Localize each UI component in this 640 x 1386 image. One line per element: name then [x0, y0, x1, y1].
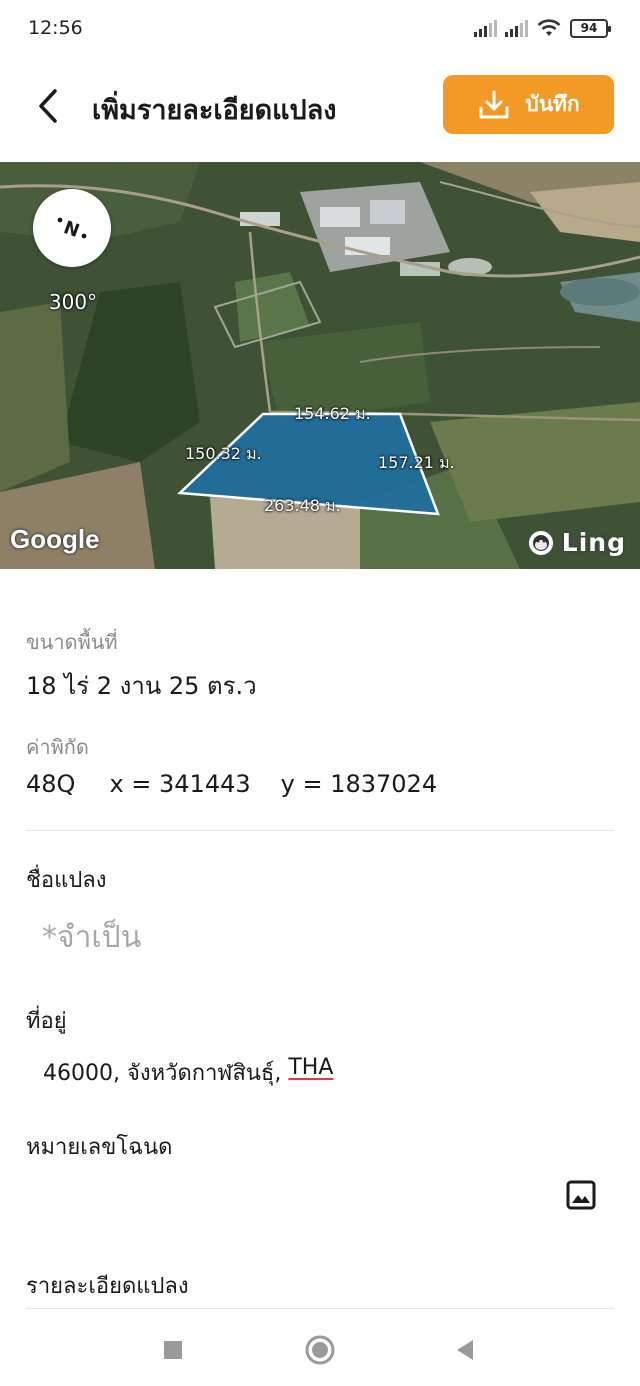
compass-button[interactable]: N	[33, 189, 111, 267]
status-icons: 94	[474, 18, 611, 38]
back-triangle-icon	[457, 1340, 473, 1360]
address-value[interactable]: 46000, จังหวัดกาฬสินธุ์, THA	[43, 1055, 333, 1090]
coordinates-row: 48Q x = 341443 y = 1837024	[26, 770, 437, 798]
coordinate-y: y = 1837024	[280, 770, 438, 798]
home-button[interactable]	[300, 1332, 340, 1368]
satellite-map[interactable]: N 300° 154.62 ม. 150.32 ม. 157.21 ม. 263…	[0, 162, 640, 569]
save-label: บันทึก	[525, 92, 580, 116]
edge-label-bottom: 263.48 ม.	[264, 496, 341, 515]
signal-icon	[474, 19, 497, 37]
address-label: ที่อยู่	[26, 1009, 67, 1034]
system-nav-bar	[0, 1310, 640, 1386]
divider	[26, 1308, 614, 1309]
address-text: 46000, จังหวัดกาฬสินธุ์,	[43, 1061, 289, 1086]
google-logo: Google	[10, 524, 100, 554]
signal-icon	[505, 19, 528, 37]
monkey-icon	[528, 530, 553, 555]
home-circle-icon	[305, 1335, 335, 1365]
back-button[interactable]	[28, 84, 68, 128]
deed-image-button[interactable]	[566, 1180, 596, 1210]
edge-label-top: 154.62 ม.	[294, 404, 371, 423]
plot-name-input[interactable]	[26, 908, 614, 966]
system-back-button[interactable]	[445, 1332, 485, 1368]
compass-icon: N	[57, 215, 87, 240]
address-country: THA	[288, 1055, 334, 1080]
svg-text:N: N	[61, 215, 82, 240]
area-caption: ขนาดพื้นที่	[26, 630, 118, 654]
status-time: 12:56	[28, 17, 83, 39]
recent-apps-button[interactable]	[153, 1332, 193, 1368]
plot-name-label: ชื่อแปลง	[26, 868, 107, 893]
save-button[interactable]: บันทึก	[443, 75, 614, 134]
edge-label-left: 150.32 ม.	[185, 444, 262, 463]
heading-degree: 300°	[48, 290, 98, 314]
coordinates-caption: ค่าพิกัด	[26, 735, 89, 759]
battery-icon: 94	[570, 18, 611, 38]
coordinate-zone: 48Q	[26, 770, 76, 798]
ling-logo: Ling	[528, 528, 626, 557]
divider	[26, 830, 614, 831]
deed-number-label: หมายเลขโฉนด	[26, 1135, 173, 1160]
ling-label: Ling	[561, 528, 626, 557]
image-icon	[566, 1180, 596, 1210]
battery-level: 94	[580, 21, 598, 35]
download-icon	[479, 90, 509, 118]
coordinate-x: x = 341443	[109, 770, 251, 798]
square-icon	[164, 1341, 182, 1359]
status-bar: 12:56 94	[0, 0, 640, 58]
area-value: 18 ไร่ 2 งาน 25 ตร.ว	[26, 672, 257, 700]
plot-details-label: รายละเอียดแปลง	[26, 1274, 189, 1299]
chevron-left-icon	[39, 89, 57, 123]
page-title: เพิ่มรายละเอียดแปลง	[92, 95, 337, 126]
app-header: เพิ่มรายละเอียดแปลง บันทึก	[0, 58, 640, 162]
wifi-icon	[537, 19, 561, 36]
edge-label-right: 157.21 ม.	[378, 453, 455, 472]
